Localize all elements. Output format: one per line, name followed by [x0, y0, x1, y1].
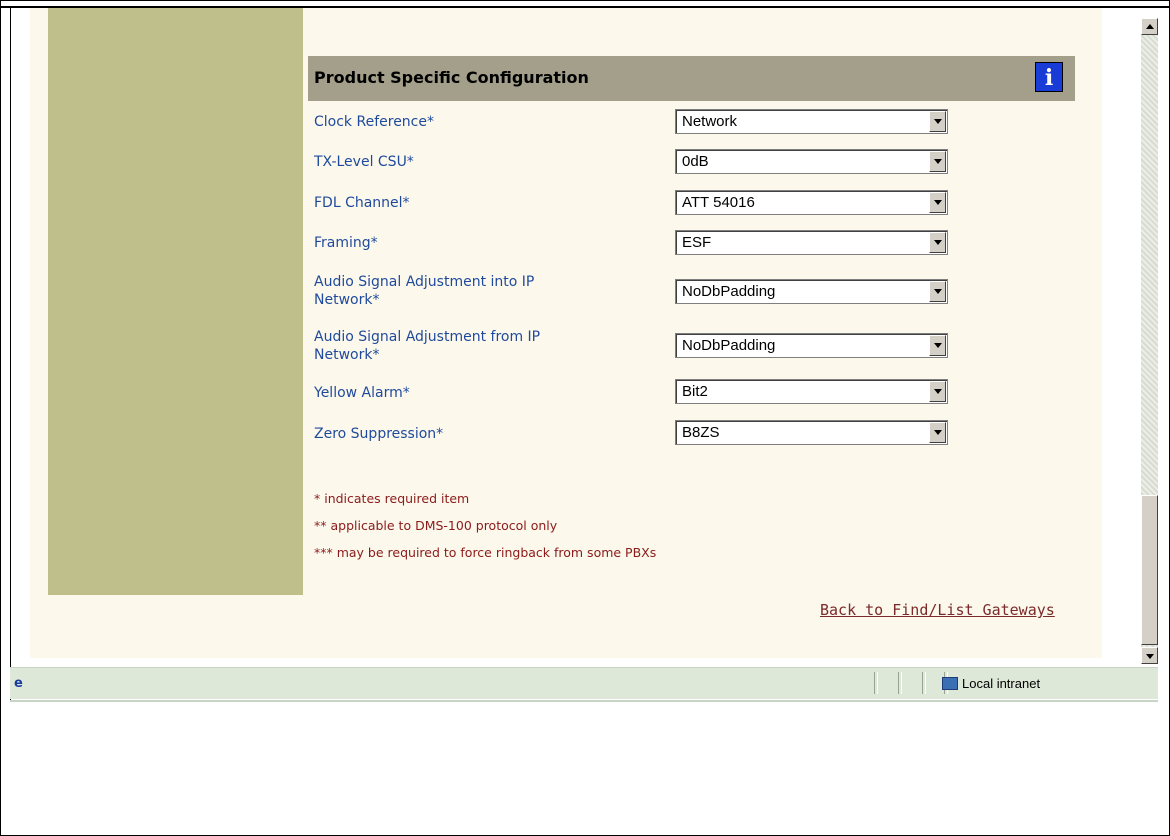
yellow-alarm-select[interactable]: Bit2	[675, 379, 948, 404]
fdl-channel-select[interactable]: ATT 54016	[675, 190, 948, 215]
tx-level-csu-select[interactable]: 0dB	[675, 149, 948, 174]
note-ringback: *** may be required to force ringback fr…	[314, 545, 657, 560]
security-zone-label: Local intranet	[962, 676, 1041, 691]
status-bar: e Local intranet	[10, 667, 1158, 699]
note-required: * indicates required item	[314, 491, 470, 506]
chevron-down-icon[interactable]	[929, 192, 946, 213]
back-to-find-list-gateways-link[interactable]: Back to Find/List Gateways	[820, 601, 1055, 619]
vertical-scrollbar[interactable]	[1141, 18, 1158, 664]
scroll-up-button[interactable]	[1141, 18, 1158, 35]
note-dms100: ** applicable to DMS-100 protocol only	[314, 518, 558, 533]
audio-into-ip-label-line2: Network*	[314, 292, 380, 308]
chevron-down-icon[interactable]	[929, 422, 946, 443]
section-title: Product Specific Configuration	[314, 68, 589, 87]
fdl-channel-value: ATT 54016	[682, 194, 755, 211]
clock-reference-value: Network	[682, 113, 738, 130]
fdl-channel-label: FDL Channel*	[314, 195, 410, 211]
viewport-left-border	[10, 8, 11, 700]
clock-reference-select[interactable]: Network	[675, 109, 948, 134]
zero-suppression-value: B8ZS	[682, 424, 720, 441]
framing-select[interactable]: ESF	[675, 230, 948, 255]
clock-reference-label: Clock Reference*	[314, 114, 434, 130]
chevron-down-icon[interactable]	[929, 232, 946, 253]
audio-from-ip-label-line1: Audio Signal Adjustment from IP	[314, 329, 541, 345]
info-icon[interactable]: i	[1035, 62, 1063, 92]
scroll-down-button[interactable]	[1141, 647, 1158, 664]
yellow-alarm-value: Bit2	[682, 383, 708, 400]
status-divider	[898, 672, 902, 694]
tx-level-csu-value: 0dB	[682, 153, 709, 170]
zero-suppression-label: Zero Suppression*	[314, 426, 444, 442]
status-divider	[922, 672, 926, 694]
framing-value: ESF	[682, 234, 712, 251]
tx-level-csu-label: TX-Level CSU*	[314, 154, 414, 170]
section-header: Product Specific Configuration i	[308, 56, 1075, 101]
status-divider	[874, 672, 878, 694]
audio-into-ip-select[interactable]: NoDbPadding	[675, 279, 948, 304]
audio-from-ip-label: Audio Signal Adjustment from IP Network*	[314, 328, 540, 364]
audio-from-ip-label-line2: Network*	[314, 347, 380, 363]
left-sidebar	[48, 8, 303, 595]
audio-into-ip-label-line1: Audio Signal Adjustment into IP	[314, 274, 535, 290]
chevron-down-icon[interactable]	[929, 335, 946, 356]
zero-suppression-select[interactable]: B8ZS	[675, 420, 948, 445]
chevron-down-icon[interactable]	[929, 151, 946, 172]
audio-into-ip-label: Audio Signal Adjustment into IP Network*	[314, 273, 534, 309]
yellow-alarm-label: Yellow Alarm*	[314, 385, 410, 401]
bottom-rule	[10, 700, 1158, 702]
audio-from-ip-select[interactable]: NoDbPadding	[675, 333, 948, 358]
intranet-zone-icon	[942, 677, 958, 690]
scroll-thumb[interactable]	[1141, 495, 1158, 645]
chevron-down-icon[interactable]	[929, 111, 946, 132]
page-status-icon: e	[14, 676, 23, 691]
chevron-down-icon[interactable]	[929, 281, 946, 302]
chevron-down-icon[interactable]	[929, 381, 946, 402]
audio-into-ip-value: NoDbPadding	[682, 283, 776, 300]
audio-from-ip-value: NoDbPadding	[682, 337, 776, 354]
framing-label: Framing*	[314, 235, 378, 251]
